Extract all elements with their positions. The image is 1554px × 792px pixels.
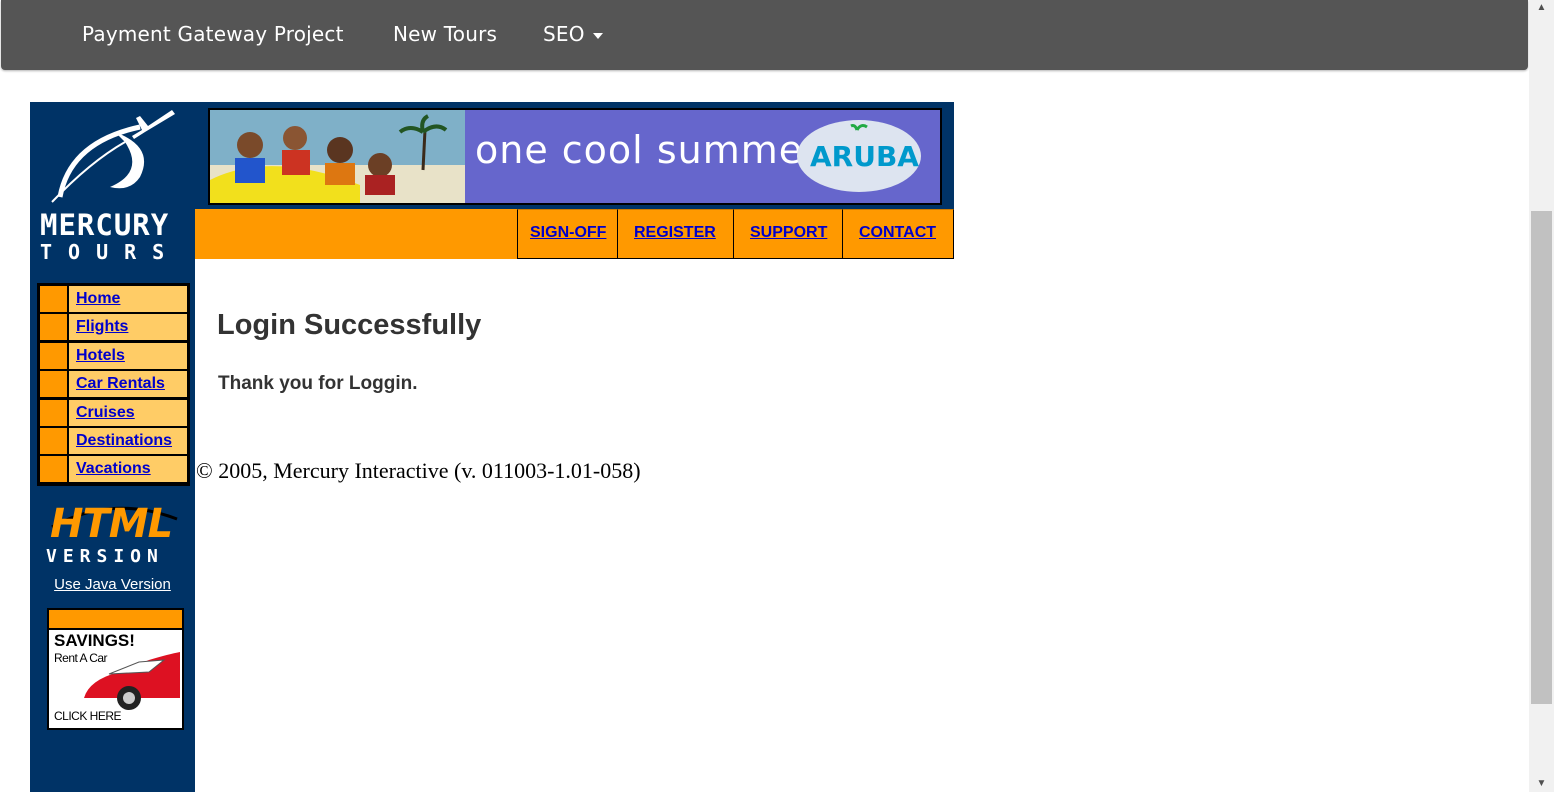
scroll-down-arrow-icon[interactable]: ▼ (1529, 776, 1554, 792)
sidebar-item-hotels: Hotels (40, 343, 187, 369)
contact-link[interactable]: CONTACT (859, 224, 936, 242)
top-links-bar: SIGN-OFF REGISTER SUPPORT CONTACT (195, 209, 954, 259)
sidebar-item-vacations: Vacations (40, 456, 187, 482)
sidebar-link-car-rentals[interactable]: Car Rentals (76, 375, 165, 393)
logo-text-mercury: MERCURY (40, 208, 170, 242)
sidebar-link-flights[interactable]: Flights (76, 318, 128, 336)
top-link-cell-support: SUPPORT (733, 209, 843, 259)
login-success-message: Thank you for Loggin. (218, 373, 418, 394)
sidebar-link-home[interactable]: Home (76, 290, 120, 308)
sidebar-link-cruises[interactable]: Cruises (76, 404, 135, 422)
support-link[interactable]: SUPPORT (750, 224, 827, 242)
scroll-up-arrow-icon[interactable]: ▲ (1529, 0, 1554, 16)
banner-brand: ARUBA (810, 140, 919, 173)
use-java-version-link[interactable]: Use Java Version (30, 576, 195, 593)
logo-text-tours: TOURS (40, 240, 181, 264)
header-banner-area: one cool summer ARUBA (195, 102, 954, 210)
nav-new-tours[interactable]: New Tours (393, 22, 497, 46)
mercury-tours-logo: MERCURY TOURS (30, 102, 195, 267)
html-version-title: HTML (50, 501, 173, 547)
sidebar-link-hotels[interactable]: Hotels (76, 347, 125, 365)
html-version-badge: HTML VERSION (42, 499, 184, 569)
nav-payment-gateway-project[interactable]: Payment Gateway Project (82, 22, 344, 46)
vertical-scrollbar[interactable]: ▲ ▼ (1529, 0, 1554, 792)
nav-seo-label: SEO (543, 22, 585, 46)
sidebar-item-destinations: Destinations (40, 428, 187, 454)
top-link-cell-sign-off: SIGN-OFF (517, 209, 618, 259)
sidebar-menu: Home Flights Hotels Car Rentals Cruises … (37, 283, 190, 486)
top-link-cell-register: REGISTER (617, 209, 734, 259)
sidebar-item-flights: Flights (40, 314, 187, 340)
left-sidebar: MERCURY TOURS Home Flights Hotels Car Re… (30, 102, 195, 792)
scroll-thumb[interactable] (1531, 211, 1552, 704)
banner-slogan: one cool summer (475, 128, 820, 172)
register-link[interactable]: REGISTER (634, 224, 716, 242)
sidebar-link-vacations[interactable]: Vacations (76, 460, 151, 478)
chevron-down-icon (592, 32, 603, 39)
top-navbar: Payment Gateway Project New Tours SEO (1, 0, 1528, 70)
nav-seo-dropdown[interactable]: SEO (543, 22, 603, 46)
sidebar-item-car-rentals: Car Rentals (40, 371, 187, 397)
sidebar-item-home: Home (40, 286, 187, 312)
top-link-cell-contact: CONTACT (842, 209, 954, 259)
sidebar-link-destinations[interactable]: Destinations (76, 432, 172, 450)
sidebar-item-cruises: Cruises (40, 400, 187, 426)
aruba-banner-ad[interactable]: one cool summer ARUBA (208, 108, 942, 205)
ad-click-here-text: CLICK HERE (54, 709, 122, 723)
html-version-subtitle: VERSION (46, 546, 164, 567)
page-title: Login Successfully (217, 309, 482, 341)
sign-off-link[interactable]: SIGN-OFF (530, 224, 606, 242)
savings-car-rental-ad[interactable]: SAVINGS! Rent A Car CLICK HERE (47, 608, 184, 730)
copyright-footer: © 2005, Mercury Interactive (v. 011003-1… (196, 458, 641, 483)
beach-photo-icon (210, 110, 465, 203)
